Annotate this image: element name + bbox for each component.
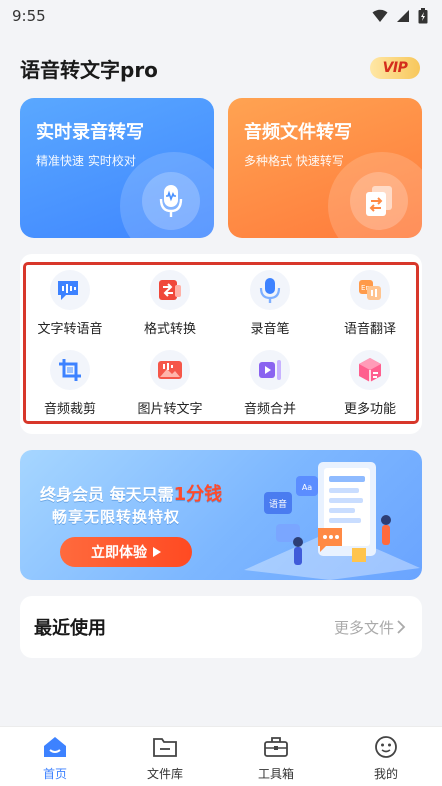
nav-profile-label: 我的 xyxy=(373,767,398,781)
try-now-button[interactable]: 立即体验 xyxy=(60,537,192,567)
tool-label: 语音翻译 xyxy=(343,322,396,337)
signal-icon xyxy=(397,10,409,22)
nav-home-label: 首页 xyxy=(42,767,67,781)
tool-format-convert[interactable]: 格式转换 xyxy=(120,270,220,342)
tool-text-to-speech[interactable]: 文字转语音 xyxy=(20,270,120,342)
tool-image-to-text[interactable]: 图片转文字 xyxy=(120,350,220,422)
toolbox-icon xyxy=(264,737,288,757)
promo-banner[interactable]: 终身会员 每天只需1分钱 畅享无限转换特权 立即体验 语音 Aa xyxy=(20,450,422,580)
bottom-nav: 首页 文件库 工具箱 我的 xyxy=(0,726,442,786)
text-to-speech-icon xyxy=(50,270,90,310)
audio-file-transcribe-card[interactable]: 音频文件转写 多种格式 快速转写 xyxy=(228,98,422,238)
more-files-link[interactable]: 更多文件 xyxy=(334,617,406,638)
wifi-icon xyxy=(372,9,388,22)
battery-icon xyxy=(418,8,428,24)
banner-card-label: 语音 xyxy=(269,498,287,510)
banner-headline: 终身会员 每天只需1分钱 xyxy=(40,480,222,506)
home-icon xyxy=(44,737,66,757)
tool-label: 更多功能 xyxy=(343,402,396,417)
tool-audio-crop[interactable]: 音频裁剪 xyxy=(20,350,120,422)
recent-used-card: 最近使用 更多文件 xyxy=(20,596,422,658)
tool-more-functions[interactable]: 更多功能 xyxy=(320,350,420,422)
status-icons xyxy=(372,8,428,24)
tool-label: 录音笔 xyxy=(250,322,290,337)
tool-label: 文字转语音 xyxy=(37,322,103,337)
try-now-label: 立即体验 xyxy=(91,545,147,561)
tool-voice-translate[interactable]: En 语音翻译 xyxy=(320,270,420,342)
tool-label: 音频裁剪 xyxy=(43,402,96,417)
nav-home[interactable]: 首页 xyxy=(15,735,95,785)
banner-subline: 畅享无限转换特权 xyxy=(52,508,181,526)
banner-card-label: Aa xyxy=(302,483,312,492)
tool-label: 图片转文字 xyxy=(137,402,203,417)
more-functions-icon xyxy=(350,350,390,390)
banner-headline-prefix: 终身会员 每天只需 xyxy=(40,485,174,504)
banner-illustration: 语音 Aa xyxy=(244,462,420,580)
microphone-icon xyxy=(142,172,200,230)
status-bar: 9:55 xyxy=(0,0,442,32)
nav-toolbox[interactable]: 工具箱 xyxy=(236,735,316,785)
app-title: 语音转文字pro xyxy=(20,57,158,82)
microphone-icon xyxy=(250,270,290,310)
image-to-text-icon xyxy=(150,350,190,390)
audio-file-title: 音频文件转写 xyxy=(244,122,352,143)
tool-label: 格式转换 xyxy=(143,322,196,337)
nav-files[interactable]: 文件库 xyxy=(125,735,205,785)
nav-files-label: 文件库 xyxy=(146,767,183,781)
more-files-label: 更多文件 xyxy=(333,618,394,637)
audio-merge-icon xyxy=(250,350,290,390)
audio-crop-icon xyxy=(50,350,90,390)
app-header: 语音转文字pro VIP xyxy=(0,44,442,92)
format-convert-icon xyxy=(150,270,190,310)
nav-toolbox-label: 工具箱 xyxy=(257,767,294,781)
voice-translate-icon: En xyxy=(350,270,390,310)
tool-recorder[interactable]: 录音笔 xyxy=(220,270,320,342)
chevron-right-icon xyxy=(397,620,406,634)
file-convert-icon xyxy=(350,172,408,230)
recent-used-title: 最近使用 xyxy=(34,618,106,639)
status-time: 9:55 xyxy=(12,7,46,25)
realtime-record-card[interactable]: 实时录音转写 精准快速 实时校对 xyxy=(20,98,214,238)
nav-profile[interactable]: 我的 xyxy=(346,735,426,785)
vip-badge[interactable]: VIP xyxy=(370,57,420,79)
realtime-record-title: 实时录音转写 xyxy=(36,122,144,143)
tool-label: 音频合并 xyxy=(243,402,296,417)
tool-audio-merge[interactable]: 音频合并 xyxy=(220,350,320,422)
banner-price-highlight: 1分钱 xyxy=(173,484,223,505)
profile-icon xyxy=(375,736,397,758)
play-arrow-icon xyxy=(153,547,161,557)
folder-icon xyxy=(153,738,177,757)
